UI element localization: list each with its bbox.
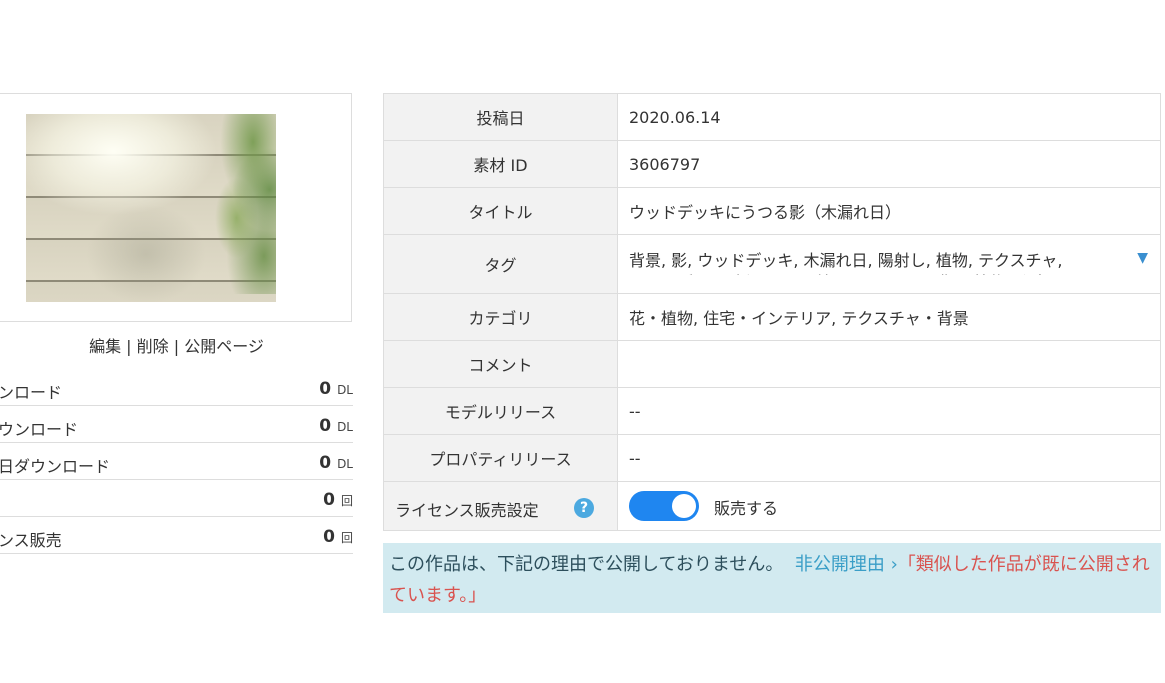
stat-value-group: 0 DL — [319, 453, 353, 473]
comment-header: コメント — [383, 340, 618, 388]
license-container: 販売する — [618, 482, 1160, 530]
material-info-table: 投稿日 2020.06.14 素材 ID 3606797 タイトル ウッドデッキ… — [383, 93, 1161, 531]
delete-link[interactable]: 削除 — [137, 337, 169, 356]
stat-row: 日ダウンロード 0 DL — [0, 443, 353, 480]
thumbnail-image[interactable] — [26, 114, 276, 302]
stats-list: ンロード 0 DL ウンロード 0 DL 日ダウンロード 0 DL 0回 ンス販売 0… — [0, 369, 353, 554]
tag-list-overflow: ウッドデッキ 木漏れ日 日差し テクスチャ 背景 植物 影 光 — [629, 269, 1114, 275]
stat-unit: DL — [337, 420, 353, 434]
stat-value-group: 0 DL — [319, 379, 353, 399]
stat-row: ンロード 0 DL — [0, 369, 353, 406]
thumbnail-actions: 編集 | 削除 | 公開ページ — [0, 333, 353, 357]
post-date-header: 投稿日 — [383, 93, 618, 141]
tag-header: タグ — [383, 234, 618, 294]
tag-cell: 背景, 影, ウッドデッキ, 木漏れ日, 陽射し, 植物, テクスチャ, ウッド… — [617, 234, 1161, 294]
stat-row: ウンロード 0 DL — [0, 406, 353, 443]
table-row: タイトル ウッドデッキにうつる影（木漏れ日） — [383, 187, 1161, 235]
category-header: カテゴリ — [383, 293, 618, 341]
tag-list: 背景, 影, ウッドデッキ, 木漏れ日, 陽射し, 植物, テクスチャ, — [629, 251, 1063, 270]
toggle-knob — [672, 494, 696, 518]
material-id-header: 素材 ID — [383, 140, 618, 188]
notice-text: この作品は、下記の理由で公開しておりません。 — [389, 554, 784, 575]
stat-unit: DL — [337, 383, 353, 397]
stat-unit: 回 — [340, 494, 353, 508]
stat-unit: DL — [337, 457, 353, 471]
public-page-link[interactable]: 公開ページ — [184, 337, 264, 356]
stat-label: ンロード — [0, 383, 63, 402]
stat-label: ンス販売 — [0, 531, 62, 550]
title-value: ウッドデッキにうつる影（木漏れ日） — [617, 187, 1161, 235]
model-release-header: モデルリリース — [383, 387, 618, 435]
chevron-down-icon[interactable]: ▼ — [1137, 250, 1148, 266]
table-row: 投稿日 2020.06.14 — [383, 93, 1161, 141]
license-sale-toggle[interactable] — [629, 491, 699, 521]
stat-value: 0 — [323, 527, 335, 547]
table-row: 素材 ID 3606797 — [383, 140, 1161, 188]
link-separator: | — [168, 337, 185, 356]
comment-value — [617, 340, 1161, 388]
table-row: タグ 背景, 影, ウッドデッキ, 木漏れ日, 陽射し, 植物, テクスチャ, … — [383, 234, 1161, 294]
stat-value: 0 — [319, 453, 332, 473]
title-header: タイトル — [383, 187, 618, 235]
table-row: ライセンス販売設定 ? 販売する — [383, 481, 1161, 531]
table-row: プロパティリリース -- — [383, 434, 1161, 482]
property-release-value: -- — [617, 434, 1161, 482]
stat-value-group: 0 DL — [319, 416, 353, 436]
table-row: カテゴリ 花・植物, 住宅・インテリア, テクスチャ・背景 — [383, 293, 1161, 341]
stat-row: ンス販売 0回 — [0, 517, 353, 554]
table-row: コメント — [383, 340, 1161, 388]
stat-value: 0 — [319, 379, 332, 399]
edit-link[interactable]: 編集 — [89, 337, 121, 356]
thumbnail-card — [0, 93, 352, 322]
stat-label: 日ダウンロード — [0, 457, 111, 476]
license-cell: 販売する — [617, 481, 1161, 531]
help-icon[interactable]: ? — [574, 498, 594, 518]
stat-row: 0回 — [0, 480, 353, 517]
table-row: モデルリリース -- — [383, 387, 1161, 435]
stat-value: 0 — [323, 490, 335, 510]
license-toggle-label: 販売する — [714, 499, 779, 518]
stat-value: 0 — [319, 416, 332, 436]
material-id-value: 3606797 — [617, 140, 1161, 188]
stat-value-group: 0回 — [323, 527, 353, 547]
property-release-header: プロパティリリース — [383, 434, 618, 482]
license-header: ライセンス販売設定 ? — [383, 481, 618, 531]
thumbnail-plant — [176, 114, 276, 294]
unpublish-reason-link[interactable]: 非公開理由 › — [795, 554, 898, 575]
tag-container: 背景, 影, ウッドデッキ, 木漏れ日, 陽射し, 植物, テクスチャ, ウッド… — [618, 235, 1160, 293]
model-release-value: -- — [617, 387, 1161, 435]
category-value: 花・植物, 住宅・インテリア, テクスチャ・背景 — [617, 293, 1161, 341]
stat-unit: 回 — [340, 531, 353, 545]
link-separator: | — [121, 337, 137, 356]
stat-value-group: 0回 — [323, 490, 353, 510]
stat-label: ウンロード — [0, 420, 79, 439]
unpublished-notice: この作品は、下記の理由で公開しておりません。 非公開理由 ›「類似した作品が既に… — [383, 543, 1161, 613]
post-date-value: 2020.06.14 — [617, 93, 1161, 141]
license-label: ライセンス販売設定 — [395, 501, 539, 520]
